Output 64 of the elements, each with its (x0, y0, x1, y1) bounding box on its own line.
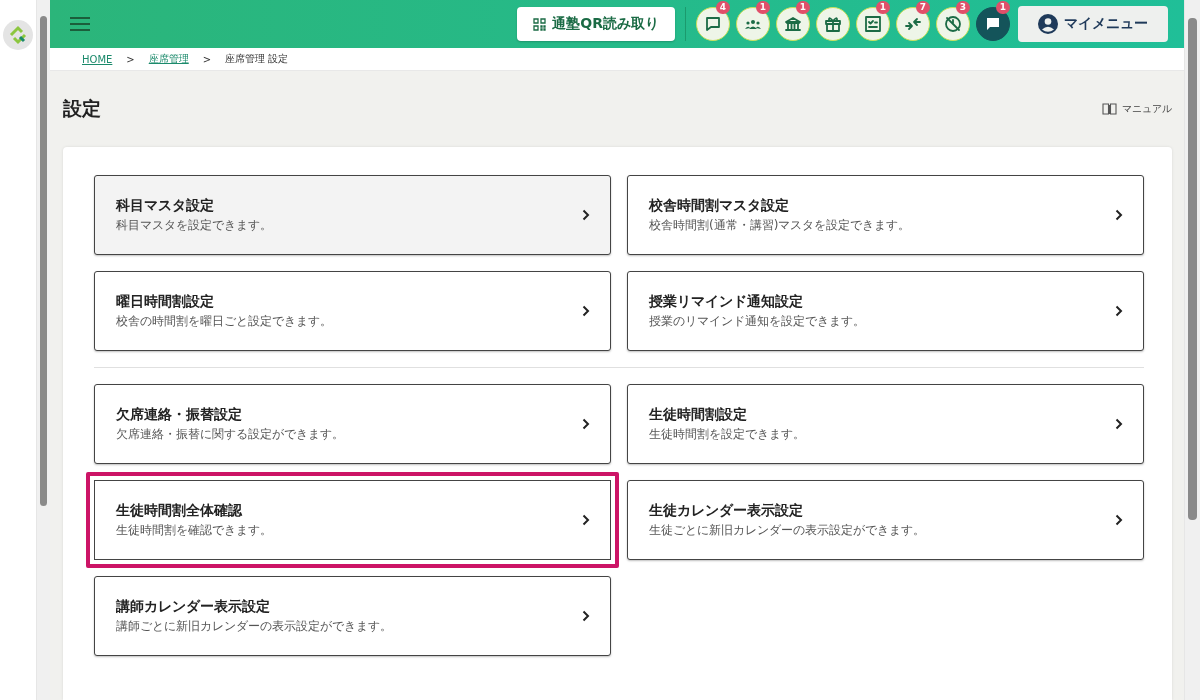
scrollbar[interactable] (1184, 0, 1200, 700)
manual-link[interactable]: マニュアル (1102, 102, 1172, 116)
card-title: 生徒カレンダー表示設定 (649, 501, 804, 520)
card-title: 授業リマインド通知設定 (649, 292, 804, 311)
count-badge: 1 (875, 1, 890, 14)
card-title: 生徒時間割全体確認 (116, 501, 243, 520)
location-off-icon (943, 14, 963, 34)
settings-card[interactable]: 生徒カレンダー表示設定 生徒ごとに新旧カレンダーの表示設定ができます。 (627, 480, 1144, 560)
menu-icon[interactable] (70, 17, 90, 31)
count-badge: 1 (755, 1, 770, 14)
breadcrumb-current: 座席管理 設定 (225, 52, 289, 66)
chevron-right-icon (1115, 209, 1123, 221)
settings-card[interactable]: 講師カレンダー表示設定 講師ごとに新旧カレンダーの表示設定ができます。 (94, 576, 611, 656)
card-title: 生徒時間割設定 (649, 405, 748, 424)
page-title: 設定 (63, 96, 101, 121)
count-badge: 7 (915, 1, 930, 14)
qr-scan-button[interactable]: 通塾QR読み取り (517, 7, 675, 41)
card-description: 生徒時間割を設定できます。 (649, 425, 805, 443)
card-title: 欠席連絡・振替設定 (116, 405, 243, 424)
chevron-right-icon (582, 209, 590, 221)
chevron-right-icon (1115, 418, 1123, 430)
card-description: 校舎時間割(通常・講習)マスタを設定できます。 (649, 216, 911, 234)
count-badge: 4 (715, 1, 730, 14)
card-description: 科目マスタを設定できます。 (116, 216, 272, 234)
scrollbar[interactable] (36, 0, 50, 700)
user-avatar-icon (1038, 14, 1058, 34)
my-menu-button[interactable]: マイメニュー (1018, 6, 1168, 42)
chevron-right-icon (1115, 305, 1123, 317)
count-badge: 3 (955, 1, 970, 14)
chevron-right-icon (582, 305, 590, 317)
count-badge: 1 (795, 1, 810, 14)
card-description: 校舎の時間割を曜日ごと設定できます。 (116, 312, 332, 330)
breadcrumb-separator: > (202, 53, 212, 65)
card-description: 欠席連絡・振替に関する設定ができます。 (116, 425, 344, 443)
card-title: 校舎時間割マスタ設定 (649, 196, 790, 215)
settings-card[interactable]: 曜日時間割設定 校舎の時間割を曜日ごと設定できます。 (94, 271, 611, 351)
chevron-right-icon (582, 610, 590, 622)
settings-card[interactable]: 生徒時間割全体確認 生徒時間割を確認できます。 (86, 472, 619, 568)
chevron-right-icon (582, 514, 590, 526)
chevron-right-icon (1115, 514, 1123, 526)
breadcrumb-link[interactable]: 座席管理 (148, 52, 189, 66)
settings-card[interactable]: 欠席連絡・振替設定 欠席連絡・振替に関する設定ができます。 (94, 384, 611, 464)
qr-code-icon (533, 17, 547, 31)
chevron-right-icon (582, 418, 590, 430)
card-description: 授業のリマインド通知を設定できます。 (649, 312, 865, 330)
gift-icon (823, 14, 843, 34)
book-icon (1102, 103, 1117, 115)
card-title: 科目マスタ設定 (116, 196, 215, 215)
checklist-icon (863, 14, 883, 34)
settings-card[interactable]: 校舎時間割マスタ設定 校舎時間割(通常・講習)マスタを設定できます。 (627, 175, 1144, 255)
count-badge: 1 (995, 1, 1010, 14)
card-title: 曜日時間割設定 (116, 292, 215, 311)
card-title: 講師カレンダー表示設定 (116, 597, 271, 616)
breadcrumb-separator: > (126, 53, 135, 65)
card-description: 生徒ごとに新旧カレンダーの表示設定ができます。 (649, 521, 925, 539)
settings-card[interactable]: 生徒時間割設定 生徒時間割を設定できます。 (627, 384, 1144, 464)
settings-card[interactable]: 科目マスタ設定 科目マスタを設定できます。 (94, 175, 611, 255)
card-description: 生徒時間割を確認できます。 (116, 521, 272, 539)
settings-card[interactable]: 授業リマインド通知設定 授業のリマインド通知を設定できます。 (627, 271, 1144, 351)
building-icon (783, 14, 803, 34)
chat-bubble-icon (703, 14, 723, 34)
card-description: 講師ごとに新旧カレンダーの表示設定ができます。 (116, 617, 392, 635)
breadcrumb-link[interactable]: HOME (82, 53, 113, 65)
app-logo (3, 20, 33, 50)
